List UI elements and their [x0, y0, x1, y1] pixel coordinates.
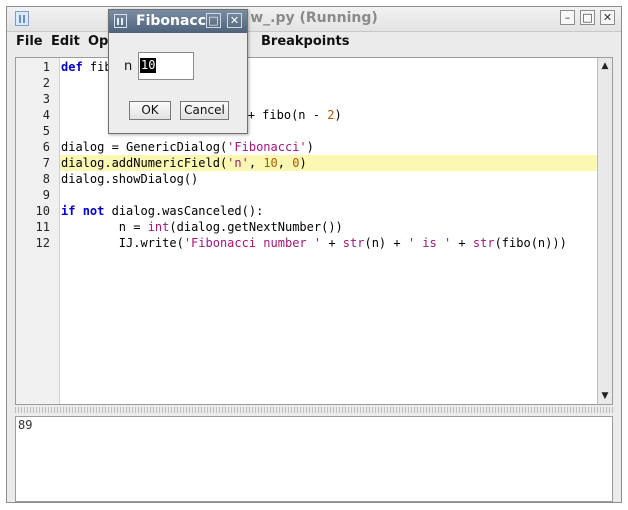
close-button[interactable]: ✕	[600, 10, 615, 25]
code-token: (fibo(n)))	[494, 236, 567, 250]
line-number: 4	[42, 108, 50, 122]
code-token: ' is '	[407, 236, 452, 250]
code-line-current[interactable]: dialog.addNumericField('n', 10, 0)	[60, 155, 597, 171]
code-token: int	[147, 220, 170, 234]
code-token: dialog.showDialog()	[61, 172, 199, 186]
code-token: def	[61, 60, 83, 74]
numeric-field-n[interactable]: 10	[138, 52, 194, 80]
code-token: not	[82, 204, 105, 218]
code-token: 'Fibonacci number '	[183, 236, 322, 250]
cancel-button[interactable]: Cancel	[180, 101, 229, 120]
fibonacci-dialog: Fibonacci □ ✕ n 10 OK Cancel	[108, 9, 248, 134]
code-token: + fibo(n -	[247, 108, 328, 122]
code-token: )	[299, 156, 307, 170]
imagej-dialog-icon	[114, 14, 127, 28]
code-token: if	[61, 204, 76, 218]
line-number: 8	[42, 172, 50, 186]
code-token: str	[472, 236, 495, 250]
code-editor[interactable]: 1 2 3 4 5 6 7 8 9 10 11 12 def fib + fibo(n - 2) dial…	[15, 57, 613, 405]
code-token: +	[321, 236, 343, 250]
code-token: dialog.addNumericField(	[61, 156, 228, 170]
scroll-up-icon[interactable]: ▲	[599, 60, 611, 72]
dialog-maximize-button[interactable]: □	[206, 13, 221, 28]
line-number: 7	[42, 156, 50, 170]
menu-file[interactable]: File	[16, 34, 43, 49]
minimize-button[interactable]: –	[560, 10, 575, 25]
code-line[interactable]	[60, 187, 597, 203]
line-number-gutter: 1 2 3 4 5 6 7 8 9 10 11 12	[16, 58, 60, 404]
vertical-scrollbar[interactable]: ▲ ▼	[597, 58, 612, 404]
line-number: 10	[35, 204, 50, 218]
line-number: 6	[42, 140, 50, 154]
code-token: )	[306, 140, 314, 154]
menu-bar: File Edit Opt Breakpoints	[7, 32, 621, 52]
maximize-button[interactable]: □	[580, 10, 595, 25]
console-text: 89	[18, 418, 33, 432]
menu-edit[interactable]: Edit	[51, 34, 80, 49]
scroll-down-icon[interactable]: ▼	[599, 390, 611, 402]
dialog-title-bar[interactable]: Fibonacci □ ✕	[109, 10, 247, 33]
code-token: IJ.write(	[61, 236, 184, 250]
ok-button[interactable]: OK	[129, 101, 171, 120]
line-number: 12	[35, 236, 50, 250]
line-number: 5	[42, 124, 50, 138]
code-line[interactable]: dialog.showDialog()	[60, 171, 597, 187]
code-line[interactable]: dialog = GenericDialog('Fibonacci')	[60, 139, 597, 155]
code-line[interactable]: n = int(dialog.getNextNumber())	[60, 219, 597, 235]
window-title: w_.py (Running)	[250, 10, 378, 26]
code-token: ,	[277, 156, 293, 170]
line-number: 2	[42, 76, 50, 90]
line-number: 9	[42, 188, 50, 202]
numeric-field-value: 10	[140, 58, 157, 73]
line-number: 1	[42, 60, 50, 74]
code-token: dialog = GenericDialog(	[61, 140, 228, 154]
code-token: (n) +	[364, 236, 408, 250]
dialog-close-button[interactable]: ✕	[227, 13, 242, 28]
pane-splitter[interactable]	[15, 407, 613, 413]
code-token: 10	[263, 156, 278, 170]
main-window: w_.py (Running) – □ ✕ File Edit Opt Brea…	[6, 6, 622, 503]
dialog-title: Fibonacci	[136, 13, 207, 29]
console-output[interactable]: 89	[15, 416, 613, 502]
code-token: +	[451, 236, 473, 250]
code-line[interactable]: if not dialog.wasCanceled():	[60, 203, 597, 219]
title-bar[interactable]: w_.py (Running) – □ ✕	[7, 7, 621, 32]
code-token: str	[342, 236, 365, 250]
menu-breakpoints[interactable]: Breakpoints	[261, 34, 349, 49]
field-label-n: n	[124, 59, 133, 74]
code-token: (dialog.getNextNumber())	[169, 220, 343, 234]
code-token: dialog.wasCanceled():	[104, 204, 264, 218]
code-token: ,	[248, 156, 264, 170]
code-token: )	[334, 108, 342, 122]
line-number: 3	[42, 92, 50, 106]
code-token: 'Fibonacci'	[227, 140, 307, 154]
code-line[interactable]: IJ.write('Fibonacci number ' + str(n) + …	[60, 235, 597, 251]
line-number: 11	[35, 220, 50, 234]
code-token: n =	[61, 220, 148, 234]
code-token: 'n'	[227, 156, 249, 170]
